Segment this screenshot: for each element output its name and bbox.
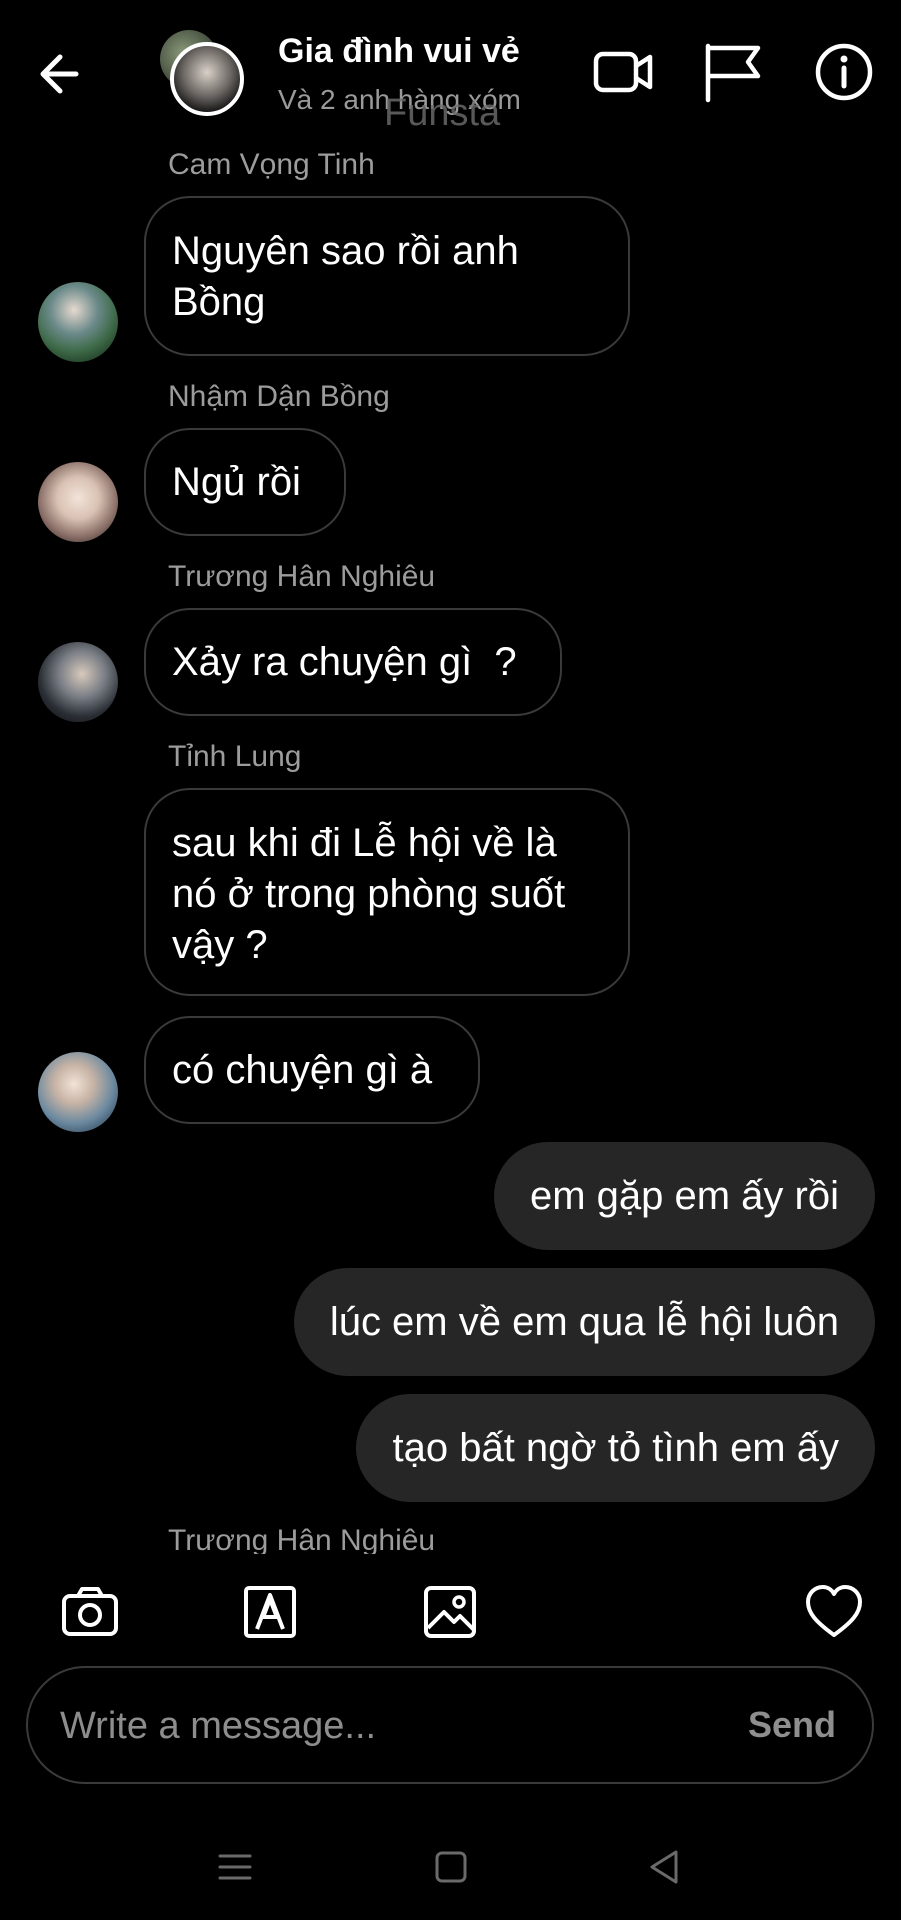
member-avatar [170, 42, 244, 116]
video-call-icon[interactable] [592, 40, 656, 104]
sender-avatar[interactable] [38, 642, 118, 722]
message-text: Xảy ra chuyện gì ? [172, 639, 517, 684]
message-composer: Send [26, 1666, 874, 1784]
group-title[interactable]: Gia đình vui vẻ [278, 32, 520, 71]
message-text: Ngủ rồi [172, 459, 301, 504]
message-sender: Tỉnh Lung [168, 740, 302, 773]
message-text: em gặp em ấy rồi [529, 1174, 839, 1218]
message-input[interactable] [58, 1668, 722, 1784]
message-sender: Nhậm Dận Bồng [168, 380, 390, 413]
sender-avatar[interactable] [38, 282, 118, 362]
flag-icon[interactable] [700, 40, 764, 104]
text-style-icon[interactable] [240, 1582, 300, 1642]
send-button[interactable]: Send [748, 1668, 836, 1782]
sender-avatar[interactable] [38, 1052, 118, 1132]
message-sender: Trương Hân Nghiêu [168, 1524, 436, 1554]
sender-avatar[interactable] [38, 462, 118, 542]
back-arrow-icon[interactable] [34, 44, 94, 104]
message-bubble-incoming[interactable]: Xảy ra chuyện gì ? [144, 608, 562, 716]
message-bubble-outgoing[interactable]: em gặp em ấy rồi [493, 1142, 875, 1250]
message-text: tạo bất ngờ tỏ tình em ấy [392, 1426, 839, 1470]
back-triangle-icon[interactable] [640, 1842, 690, 1892]
message-bubble-incoming[interactable]: sau khi đi Lễ hội về là nó ở trong phòng… [144, 788, 630, 996]
heart-icon[interactable] [804, 1582, 864, 1642]
menu-icon[interactable] [210, 1842, 260, 1892]
gallery-icon[interactable] [420, 1582, 480, 1642]
home-icon[interactable] [426, 1842, 476, 1892]
message-sender: Cam Vọng Tinh [168, 148, 375, 181]
camera-icon[interactable] [60, 1582, 120, 1642]
message-sender: Trương Hân Nghiêu [168, 560, 436, 593]
message-bubble-outgoing[interactable]: lúc em về em qua lễ hội luôn [293, 1268, 875, 1376]
message-bubble-outgoing[interactable]: tạo bất ngờ tỏ tình em ấy [356, 1394, 875, 1502]
message-text: Nguyên sao rồi anh Bồng [172, 229, 519, 324]
watermark-text: Funsta [384, 92, 501, 134]
message-text: có chuyện gì à [172, 1047, 433, 1092]
message-bubble-incoming[interactable]: có chuyện gì à [144, 1016, 480, 1124]
message-bubble-incoming[interactable]: Ngủ rồi [144, 428, 346, 536]
info-icon[interactable] [812, 40, 876, 104]
message-text: sau khi đi Lễ hội về là nó ở trong phòng… [172, 821, 566, 967]
message-text: lúc em về em qua lễ hội luôn [329, 1300, 839, 1344]
group-avatar[interactable] [156, 28, 246, 118]
chat-header: Gia đình vui vẻ Và 2 anh hàng xóm Funsta [0, 0, 901, 150]
message-bubble-incoming[interactable]: Nguyên sao rồi anh Bồng [144, 196, 630, 356]
